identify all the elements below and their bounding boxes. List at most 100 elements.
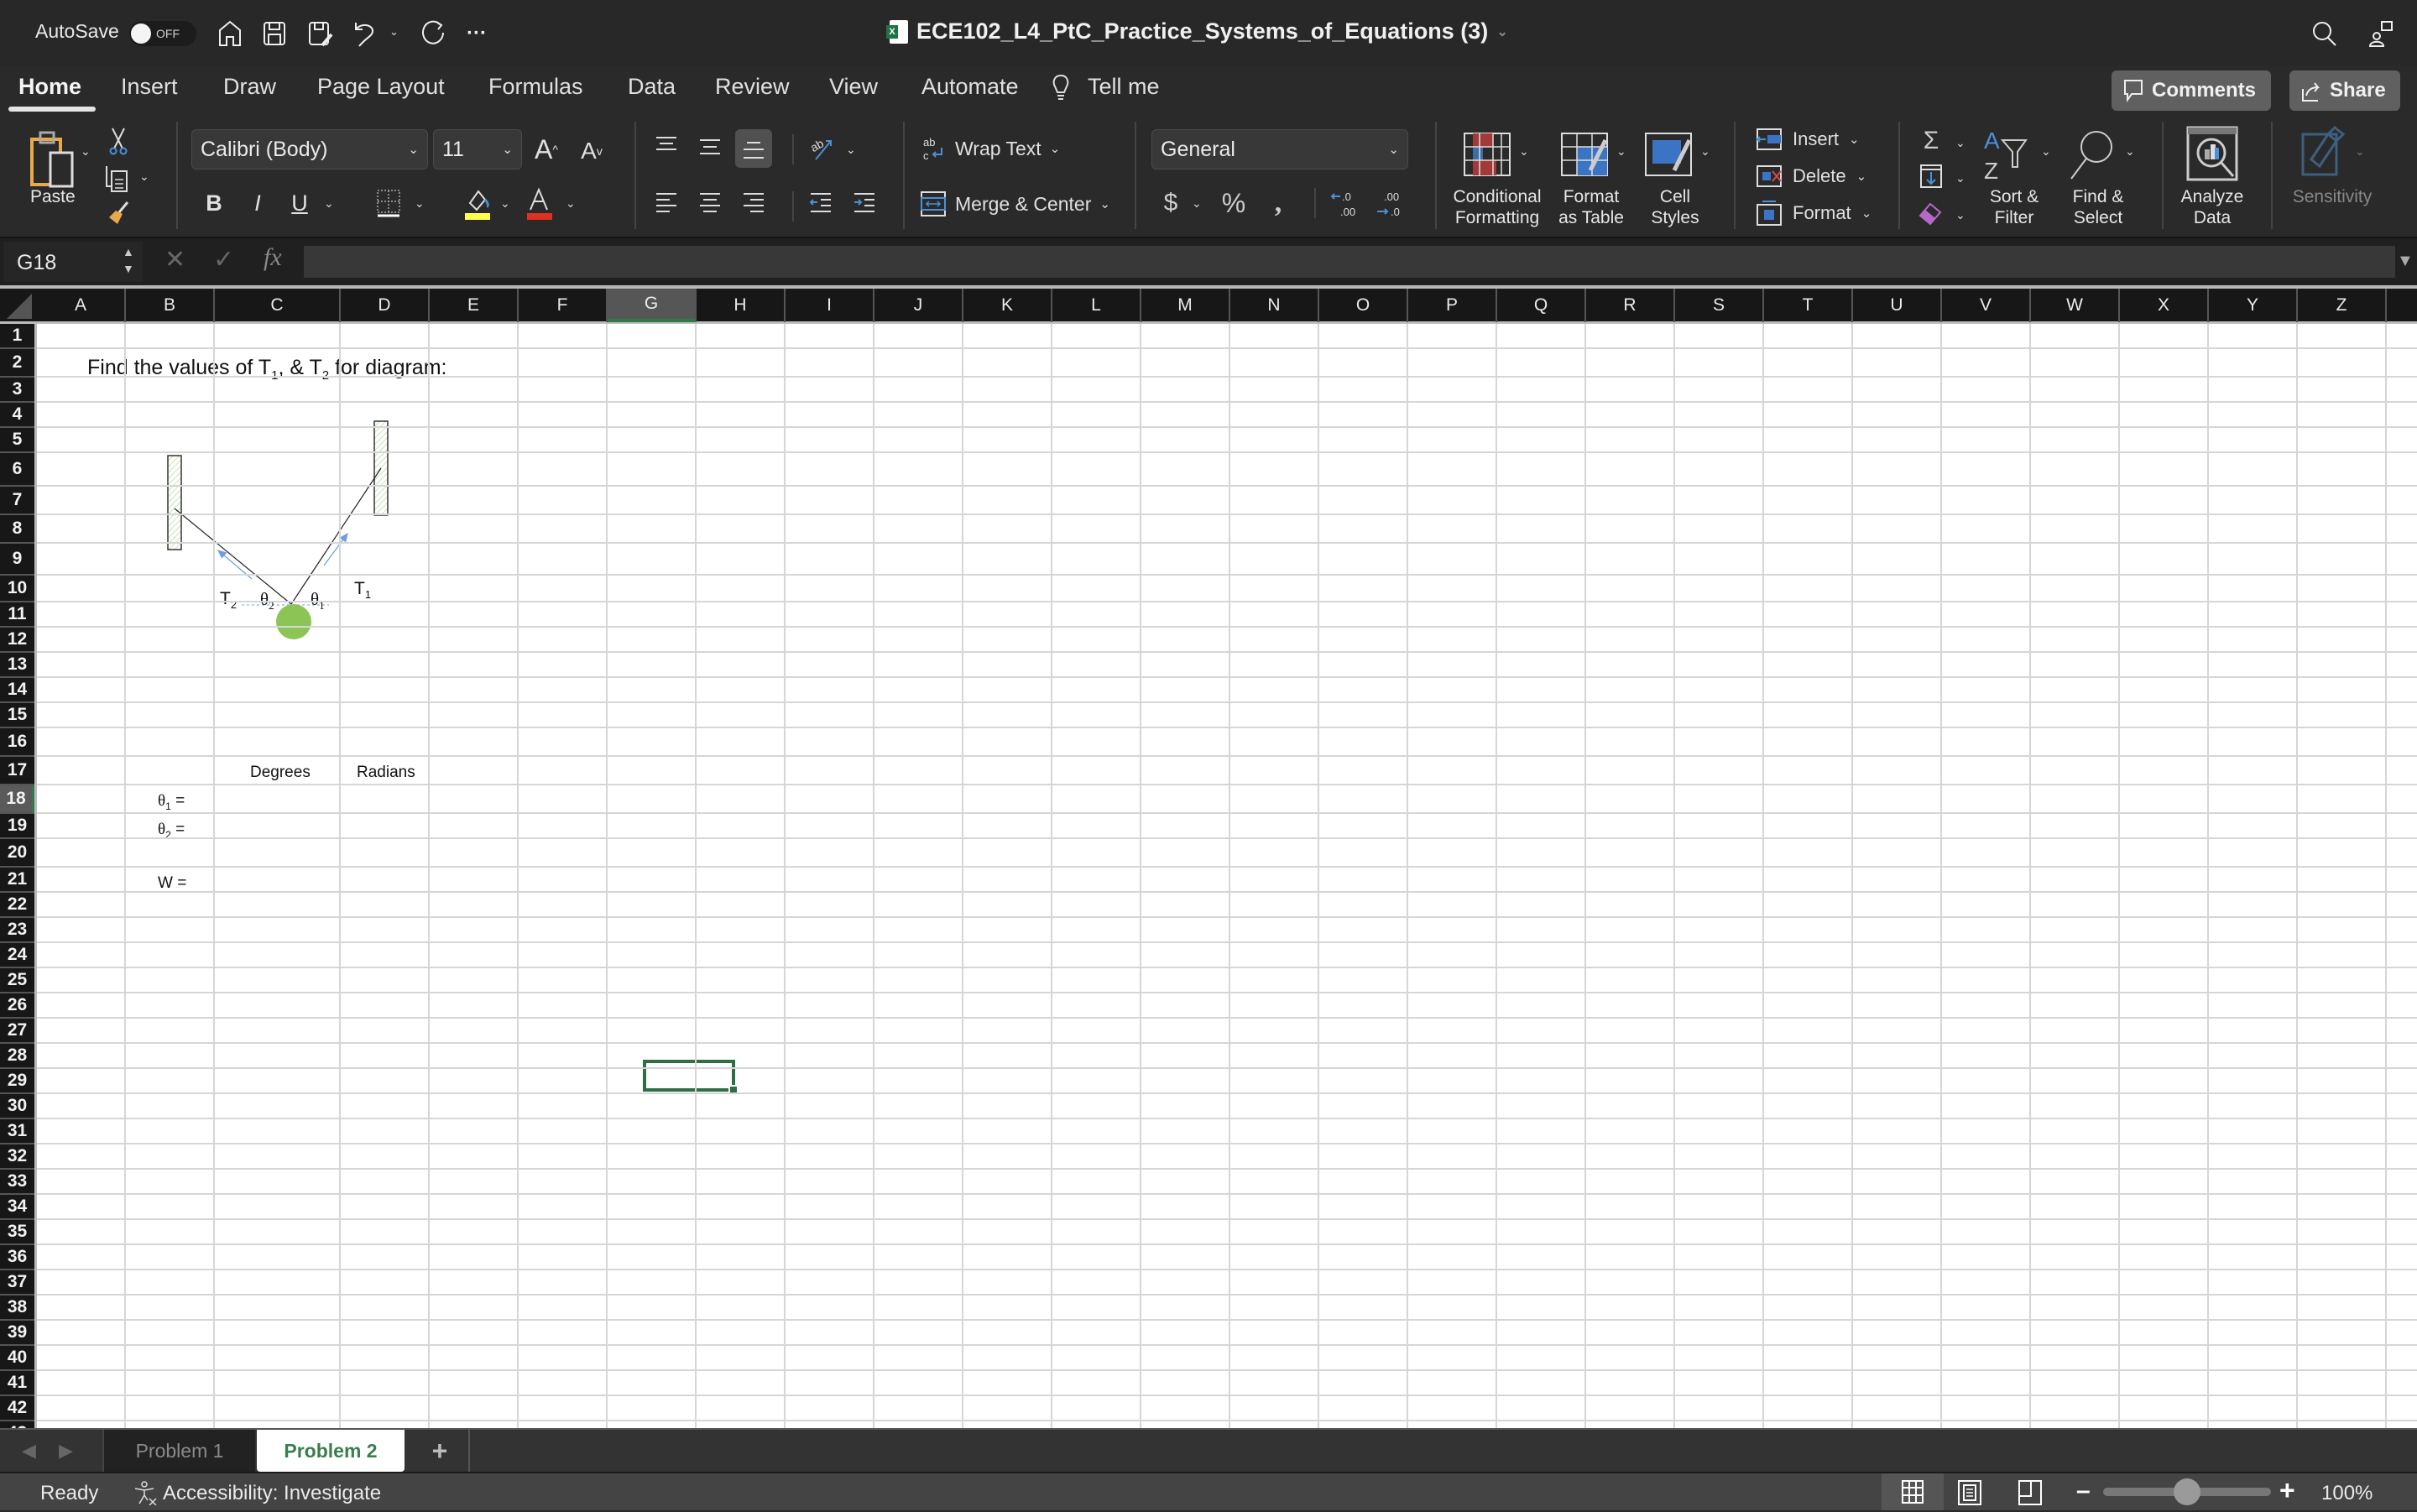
- row-header-3[interactable]: 3: [0, 378, 34, 403]
- autosum-dropdown-icon[interactable]: ⌄: [1955, 136, 1965, 150]
- column-header-u[interactable]: U: [1853, 289, 1942, 322]
- page-layout-view-icon[interactable]: [1957, 1479, 1982, 1512]
- row-header-20[interactable]: 20: [0, 839, 34, 868]
- zoom-slider[interactable]: [2103, 1478, 2271, 1505]
- column-header-v[interactable]: V: [1942, 289, 2031, 322]
- merge-center-button[interactable]: Merge & Center ⌄: [920, 188, 1121, 220]
- row-header-2[interactable]: 2: [0, 349, 34, 378]
- sort-filter-icon[interactable]: AZ: [1981, 126, 2039, 186]
- row-header-30[interactable]: 30: [0, 1094, 34, 1119]
- currency-button[interactable]: $: [1158, 186, 1183, 220]
- select-all-corner[interactable]: [0, 289, 37, 322]
- tab-review[interactable]: Review: [715, 74, 790, 100]
- column-header-m[interactable]: M: [1141, 289, 1230, 322]
- row-header-10[interactable]: 10: [0, 576, 34, 602]
- tab-insert[interactable]: Insert: [121, 74, 178, 100]
- number-format-dropdown[interactable]: General ⌄: [1151, 129, 1408, 169]
- comma-style-button[interactable]: ,: [1266, 186, 1291, 220]
- column-header-p[interactable]: P: [1408, 289, 1497, 322]
- row-header-43[interactable]: 43: [0, 1421, 34, 1428]
- decrease-indent-icon[interactable]: [807, 190, 834, 216]
- row-header-21[interactable]: 21: [0, 868, 34, 893]
- row-header-29[interactable]: 29: [0, 1069, 34, 1094]
- selected-cell-g18[interactable]: [643, 1060, 735, 1092]
- fill-dropdown-icon[interactable]: ⌄: [1955, 171, 1965, 185]
- row-header-26[interactable]: 26: [0, 993, 34, 1019]
- align-top-icon[interactable]: [653, 133, 680, 159]
- clear-icon[interactable]: [1918, 200, 1944, 227]
- row-header-31[interactable]: 31: [0, 1119, 34, 1144]
- paste-button[interactable]: [25, 126, 79, 193]
- row-header-5[interactable]: 5: [0, 428, 34, 453]
- underline-button[interactable]: U: [287, 186, 312, 220]
- cell-styles-icon[interactable]: [1642, 131, 1695, 178]
- sheet-tab-problem-2[interactable]: Problem 2: [257, 1430, 405, 1472]
- autosum-icon[interactable]: Σ: [1918, 127, 1944, 154]
- row-header-12[interactable]: 12: [0, 628, 34, 653]
- row-header-7[interactable]: 7: [0, 487, 34, 515]
- format-cells-button[interactable]: Format ⌄: [1756, 200, 1882, 227]
- column-header-h[interactable]: H: [697, 289, 786, 322]
- conditional-formatting-icon[interactable]: [1460, 131, 1514, 178]
- align-left-icon[interactable]: [653, 190, 680, 216]
- row-header-16[interactable]: 16: [0, 728, 34, 757]
- underline-dropdown-icon[interactable]: ⌄: [324, 196, 334, 211]
- align-middle-icon[interactable]: [697, 133, 723, 163]
- sort-filter-dropdown-icon[interactable]: ⌄: [2041, 144, 2051, 159]
- font-color-dropdown-icon[interactable]: ⌄: [566, 196, 576, 211]
- row-header-22[interactable]: 22: [0, 893, 34, 918]
- currency-dropdown-icon[interactable]: ⌄: [1192, 196, 1202, 211]
- zoom-out-button[interactable]: –: [2076, 1477, 2091, 1505]
- formula-input[interactable]: [304, 246, 2395, 278]
- redo-icon[interactable]: [416, 17, 450, 50]
- column-header-o[interactable]: O: [1319, 289, 1408, 322]
- font-size-dropdown[interactable]: 11 ⌄: [433, 129, 522, 169]
- wrap-text-button[interactable]: ab c Wrap Text ⌄: [921, 133, 1123, 164]
- fill-color-dropdown-icon[interactable]: ⌄: [500, 196, 510, 211]
- sensitivity-dropdown-icon[interactable]: ⌄: [2355, 144, 2365, 159]
- undo-icon[interactable]: [347, 17, 381, 50]
- font-color-icon[interactable]: [525, 186, 554, 220]
- sheet-tab-problem-1[interactable]: Problem 1: [102, 1430, 255, 1472]
- find-select-icon[interactable]: [2066, 126, 2117, 186]
- borders-icon[interactable]: [374, 188, 403, 218]
- row-header-24[interactable]: 24: [0, 943, 34, 968]
- cut-icon[interactable]: [106, 126, 131, 156]
- fill-icon[interactable]: [1918, 163, 1944, 190]
- row-header-1[interactable]: 1: [0, 324, 34, 349]
- clear-dropdown-icon[interactable]: ⌄: [1955, 208, 1965, 222]
- decrease-font-size-icon[interactable]: Av: [577, 134, 606, 168]
- align-bottom-icon[interactable]: [735, 129, 772, 168]
- align-center-icon[interactable]: [697, 190, 723, 216]
- share-people-icon[interactable]: [2365, 17, 2399, 50]
- row-header-18[interactable]: 18: [0, 785, 34, 814]
- document-title[interactable]: ECE102_L4_PtC_Practice_Systems_of_Equati…: [886, 18, 1508, 44]
- page-break-view-icon[interactable]: [2018, 1479, 2043, 1512]
- next-sheet-icon[interactable]: ▶: [59, 1440, 73, 1462]
- bold-button[interactable]: B: [201, 186, 227, 220]
- accessibility-status[interactable]: Accessibility: Investigate: [163, 1482, 381, 1505]
- italic-button[interactable]: I: [245, 186, 270, 220]
- column-header-f[interactable]: F: [519, 289, 608, 322]
- tab-draw[interactable]: Draw: [223, 74, 276, 100]
- column-header-g[interactable]: G: [608, 289, 697, 322]
- row-header-37[interactable]: 37: [0, 1270, 34, 1296]
- column-header-e[interactable]: E: [430, 289, 519, 322]
- insert-function-icon[interactable]: fx: [264, 243, 282, 272]
- column-header-l[interactable]: L: [1052, 289, 1141, 322]
- row-header-9[interactable]: 9: [0, 544, 34, 576]
- orientation-icon[interactable]: ab: [807, 133, 838, 163]
- autosave-toggle[interactable]: OFF: [129, 21, 196, 46]
- row-header-38[interactable]: 38: [0, 1296, 34, 1321]
- zoom-slider-thumb[interactable]: [2174, 1478, 2200, 1505]
- column-header-r[interactable]: R: [1586, 289, 1675, 322]
- save-icon[interactable]: [258, 17, 291, 50]
- cell-styles-dropdown-icon[interactable]: ⌄: [1700, 144, 1710, 159]
- zoom-in-button[interactable]: +: [2279, 1475, 2295, 1506]
- find-select-dropdown-icon[interactable]: ⌄: [2125, 144, 2135, 159]
- row-header-8[interactable]: 8: [0, 515, 34, 544]
- column-header-k[interactable]: K: [963, 289, 1052, 322]
- row-header-32[interactable]: 32: [0, 1144, 34, 1170]
- font-name-dropdown[interactable]: Calibri (Body) ⌄: [191, 129, 428, 169]
- tab-page-layout[interactable]: Page Layout: [317, 74, 445, 100]
